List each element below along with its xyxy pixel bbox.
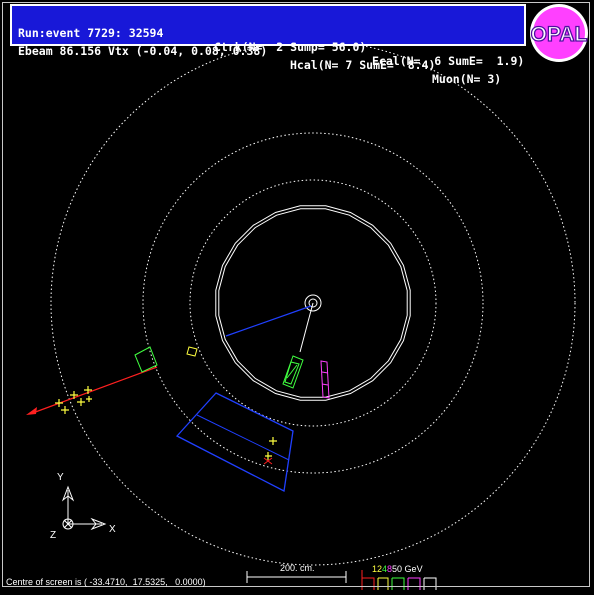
track-red	[29, 366, 158, 415]
scale-bar-label: 200. cm.	[280, 563, 315, 573]
hcal-hit-magenta	[320, 360, 330, 399]
ecal-hit-small-yellow	[186, 346, 198, 357]
axis-x-label: X	[109, 524, 116, 535]
muon-hits	[55, 386, 277, 460]
header-row-2: Ebeam 86.156 Vtx (-0.04, 0.08, 0.38) Hca…	[18, 30, 501, 100]
energy-legend-item: 12	[372, 564, 383, 574]
axis-z-label: Z	[50, 530, 57, 541]
energy-legend: 124850 GeV	[372, 564, 423, 574]
energy-legend-item: 50 GeV	[392, 564, 423, 574]
axis-y-label: Y	[57, 472, 64, 483]
track-red-arrowhead	[26, 407, 37, 415]
axis-indicator	[61, 485, 107, 531]
ebeam-vtx-text: Ebeam 86.156 Vtx (-0.04, 0.08, 0.38)	[18, 44, 268, 58]
track-blue	[225, 305, 312, 337]
hcal-text: Hcal(N= 7 SumE= 8.4)	[290, 58, 436, 72]
track-white	[299, 302, 314, 353]
muon-text: Muon(N= 3)	[432, 72, 502, 86]
detector-view[interactable]	[0, 0, 594, 591]
opal-logo: OPAL	[530, 4, 588, 62]
opal-logo-text: OPAL	[531, 23, 588, 46]
event-display[interactable]: Run:event 7729: 32594 Ctrk(N= 2 Sump= 56…	[0, 0, 594, 591]
hcal-tower-blue	[175, 392, 294, 492]
event-info-panel: Run:event 7729: 32594 Ctrk(N= 2 Sump= 56…	[10, 4, 526, 86]
screen-centre-readout: Centre of screen is ( -33.4710, 17.5325,…	[6, 577, 206, 587]
ecal-hit-green	[282, 355, 304, 389]
